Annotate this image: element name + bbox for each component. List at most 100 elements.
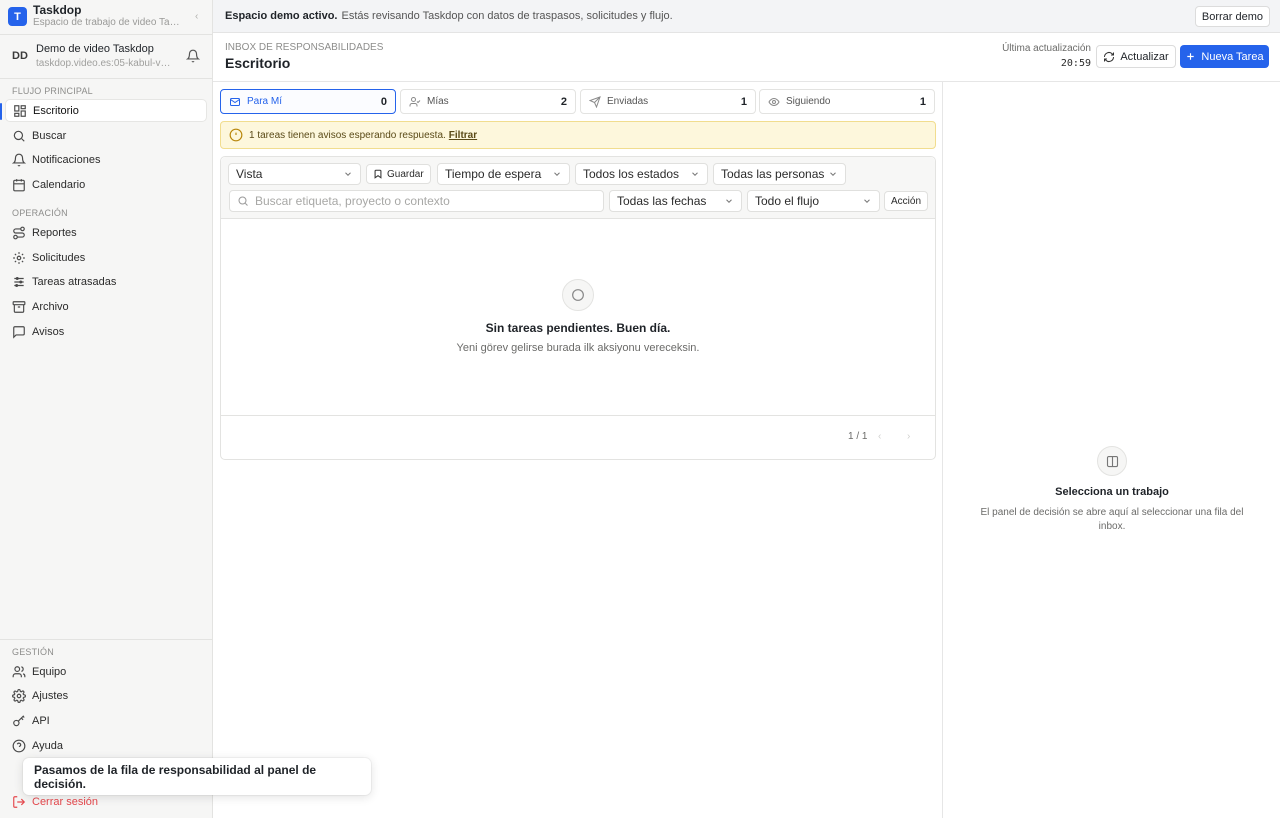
- empty-state-subtitle: Yeni görev gelirse burada ilk aksiyonu v…: [456, 342, 700, 354]
- search-input[interactable]: [255, 194, 585, 208]
- divider: [221, 415, 935, 416]
- sidebar-item-label: Equipo: [32, 665, 67, 678]
- user-check-icon: [409, 96, 421, 108]
- people-select[interactable]: Todas las personas: [713, 163, 846, 185]
- sidebar-item-label: Avisos: [32, 325, 65, 338]
- sidebar-item-notificaciones[interactable]: Notificaciones: [5, 148, 207, 171]
- decision-panel-subtitle: El panel de decisión se abre aquí al sel…: [980, 507, 1244, 532]
- flow-value: Todo el flujo: [755, 194, 820, 208]
- gear-icon: [12, 688, 26, 703]
- last-update-label: Última actualización: [1002, 43, 1091, 54]
- sidebar-item-label: Archivo: [32, 300, 69, 313]
- brand-logo: T: [8, 7, 27, 26]
- divider: [0, 34, 212, 35]
- tab-enviadas[interactable]: Enviadas 1: [580, 89, 756, 114]
- users-icon: [12, 665, 26, 679]
- workspace-url: taskdop.video.es:05-kabul-v…: [36, 58, 171, 69]
- empty-state-icon: [562, 279, 594, 311]
- tab-count: 1: [740, 95, 747, 108]
- clear-demo-button[interactable]: Borrar demo: [1194, 6, 1270, 27]
- new-task-label: Nueva Tarea: [1201, 50, 1264, 63]
- refresh-icon: [1103, 51, 1115, 63]
- sidebar-item-label: Notificaciones: [32, 153, 101, 166]
- sidebar-item-api[interactable]: API: [5, 709, 207, 732]
- sidebar-item-escritorio[interactable]: Escritorio: [5, 99, 207, 122]
- sidebar-item-label: Ayuda: [32, 739, 63, 752]
- people-value: Todas las personas: [721, 167, 825, 181]
- toast-text: Pasamos de la fila de responsabilidad al…: [34, 762, 317, 791]
- chevron-down-icon: [343, 169, 353, 179]
- sidebar-item-calendario[interactable]: Calendario: [5, 173, 207, 196]
- new-task-button[interactable]: Nueva Tarea: [1180, 45, 1269, 68]
- dates-value: Todas las fechas: [617, 194, 707, 208]
- brand[interactable]: T Taskdop Espacio de trabajo de video Ta…: [8, 3, 208, 31]
- section-title-ops: OPERACIÓN: [12, 208, 68, 218]
- section-title-mgmt: GESTIÓN: [12, 647, 54, 657]
- logout-icon: [12, 795, 26, 809]
- key-icon: [12, 714, 26, 728]
- page-header: INBOX DE RESPONSABILIDADES Escritorio Úl…: [213, 33, 1280, 82]
- sidebar-item-equipo[interactable]: Equipo: [5, 660, 207, 683]
- sidebar-item-reportes[interactable]: Reportes: [5, 221, 207, 244]
- tab-label: Mías: [427, 96, 449, 107]
- workspace-name: Demo de video Taskdop: [36, 43, 154, 55]
- wait-time-select[interactable]: Tiempo de espera: [437, 163, 570, 185]
- dates-select[interactable]: Todas las fechas: [609, 190, 742, 212]
- refresh-button[interactable]: Actualizar: [1096, 45, 1176, 68]
- toast-notification: Pasamos de la fila de responsabilidad al…: [23, 758, 371, 795]
- filter-link[interactable]: Filtrar: [449, 130, 477, 141]
- sidebar-item-archivo[interactable]: Archivo: [5, 295, 207, 318]
- sidebar-item-ayuda[interactable]: Ayuda: [5, 734, 207, 757]
- previous-page-button[interactable]: ‹: [878, 431, 881, 442]
- divider: [0, 78, 212, 79]
- decision-panel-title: Selecciona un trabajo: [1055, 486, 1169, 498]
- eye-icon: [768, 96, 780, 108]
- brand-subtitle: Espacio de trabajo de video Ta…: [33, 17, 180, 28]
- calendar-icon: [12, 178, 26, 192]
- logout-label: Cerrar sesión: [32, 795, 99, 808]
- page-title: Escritorio: [225, 55, 291, 71]
- sidebar-item-solicitudes[interactable]: Solicitudes: [5, 246, 207, 269]
- sidebar-item-buscar[interactable]: Buscar: [5, 124, 207, 147]
- workspace-switcher[interactable]: DD Demo de video Taskdop taskdop.video.e…: [0, 40, 212, 76]
- tab-mias[interactable]: Mías 2: [400, 89, 576, 114]
- inbox-icon: [229, 96, 241, 108]
- demo-banner: Espacio demo activo. Estás revisando Tas…: [213, 0, 1280, 33]
- tab-para-mi[interactable]: Para Mí 0: [220, 89, 396, 114]
- sidebar-item-label: Ajustes: [32, 689, 69, 702]
- alert-text: 1 tareas tienen avisos esperando respues…: [249, 129, 446, 141]
- archive-icon: [12, 300, 26, 314]
- sidebar-item-label: Escritorio: [33, 104, 79, 117]
- send-icon: [589, 95, 601, 108]
- flow-select[interactable]: Todo el flujo: [747, 190, 880, 212]
- pagination-indicator: 1 / 1: [848, 431, 868, 442]
- refresh-label: Actualizar: [1120, 50, 1169, 63]
- collapse-sidebar-icon[interactable]: ‹: [195, 11, 198, 22]
- tab-siguiendo[interactable]: Siguiendo 1: [759, 89, 935, 114]
- chevron-down-icon: [552, 169, 562, 179]
- sidebar-item-label: Reportes: [32, 226, 77, 239]
- states-select[interactable]: Todos los estados: [575, 163, 708, 185]
- pending-alert: 1 tareas tienen avisos esperando respues…: [220, 121, 936, 149]
- banner-text: Estás revisando Taskdop con datos de tra…: [341, 10, 673, 22]
- sidebar: T Taskdop Espacio de trabajo de video Ta…: [0, 0, 213, 818]
- panel-icon: [1097, 446, 1127, 476]
- search-icon: [237, 195, 249, 207]
- tab-label: Enviadas: [607, 96, 649, 107]
- sidebar-item-tareas-atrasadas[interactable]: Tareas atrasadas: [5, 270, 207, 293]
- save-view-label: Guardar: [387, 168, 424, 180]
- sidebar-item-label: Buscar: [32, 129, 67, 142]
- save-view-button[interactable]: Guardar: [366, 164, 431, 184]
- last-update-time: 20:59: [1060, 58, 1091, 69]
- action-button[interactable]: Acción: [884, 191, 929, 211]
- search-field[interactable]: [229, 190, 604, 212]
- sidebar-item-ajustes[interactable]: Ajustes: [5, 684, 207, 707]
- sidebar-item-label: Tareas atrasadas: [32, 275, 117, 288]
- tab-label: Siguiendo: [786, 96, 831, 107]
- sliders-icon: [12, 275, 26, 289]
- grid-icon: [13, 104, 27, 118]
- view-select[interactable]: Vista: [228, 163, 361, 185]
- bell-icon[interactable]: [186, 49, 200, 63]
- next-page-button[interactable]: ›: [907, 431, 910, 442]
- sidebar-item-avisos[interactable]: Avisos: [5, 320, 207, 343]
